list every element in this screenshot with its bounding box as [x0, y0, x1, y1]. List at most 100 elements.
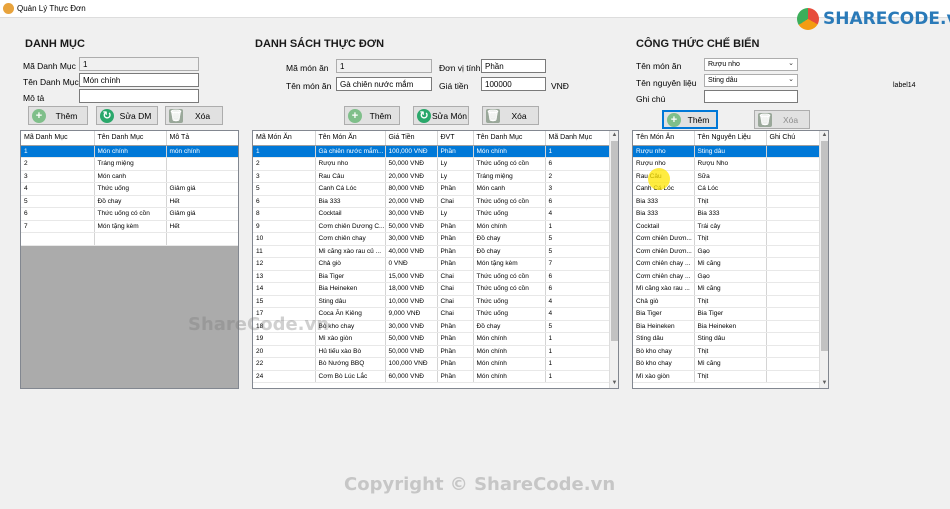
- table-cell[interactable]: 6: [545, 157, 612, 171]
- table-cell[interactable]: Chai: [437, 270, 474, 283]
- table-cell[interactable]: Ly: [437, 207, 474, 221]
- table-cell[interactable]: Bia Heineken: [315, 282, 386, 296]
- table-cell[interactable]: 9: [253, 220, 316, 233]
- table-row[interactable]: Cơm chiên chay ... Mì căng: [633, 257, 821, 271]
- table-cell[interactable]: Cơm chiên chay: [315, 232, 386, 246]
- table-cell[interactable]: Thịt: [694, 345, 767, 358]
- table-cell[interactable]: 5: [253, 182, 316, 196]
- table-cell[interactable]: Rượu Nho: [694, 157, 767, 171]
- table-cell[interactable]: Cá Lóc: [694, 182, 767, 196]
- table-row[interactable]: Cơm chiên Dươn... Thịt: [633, 232, 821, 246]
- table-row[interactable]: 6 Thức uống có cồn Giảm giá: [21, 207, 238, 221]
- table-cell[interactable]: 4: [545, 207, 612, 221]
- table-cell[interactable]: Bia 333: [315, 195, 386, 208]
- danh-muc-grid[interactable]: Mã Danh Mục Tên Danh Mục Mô Tả 1 Món chín…: [20, 130, 239, 389]
- table-row[interactable]: 3 Món canh: [21, 170, 238, 183]
- scroll-thumb[interactable]: [821, 141, 828, 351]
- table-cell[interactable]: 1: [545, 357, 612, 371]
- table-cell[interactable]: Thịt: [694, 232, 767, 246]
- table-cell[interactable]: món chính: [166, 145, 238, 158]
- table-cell[interactable]: [766, 295, 821, 308]
- table-cell[interactable]: Bia Heineken: [633, 320, 695, 333]
- table-row[interactable]: Cơm chiên chay ... Gạo: [633, 270, 821, 283]
- table-cell[interactable]: 30,000 VNĐ: [385, 320, 438, 333]
- table-cell[interactable]: Hết: [166, 195, 238, 208]
- table-cell[interactable]: Cơm chiên chay ...: [633, 257, 695, 271]
- table-cell[interactable]: Món chính: [94, 145, 167, 158]
- table-cell[interactable]: 15: [253, 295, 316, 308]
- table-cell[interactable]: [766, 270, 821, 283]
- table-cell[interactable]: [766, 232, 821, 246]
- table-cell[interactable]: Thức uống có cồn: [473, 195, 546, 208]
- table-cell[interactable]: Phần: [437, 345, 474, 358]
- table-row[interactable]: 12 Chả giò 0 VNĐ Phần Món tặng kèm 7: [253, 257, 612, 271]
- table-cell[interactable]: Gà chiên nước mắm...: [315, 145, 386, 158]
- table-cell[interactable]: Sting dâu: [315, 295, 386, 308]
- table-cell[interactable]: Mì căng xào rau củ ...: [315, 245, 386, 258]
- table-cell[interactable]: Cocktail: [315, 207, 386, 221]
- table-cell[interactable]: 13: [253, 270, 316, 283]
- table-cell[interactable]: Phần: [437, 245, 474, 258]
- table-row[interactable]: 20 Hủ tiếu xào Bò 50,000 VNĐ Phần Món chính 1: [253, 345, 612, 358]
- table-cell[interactable]: 3: [21, 170, 95, 183]
- table-cell[interactable]: Sting dâu: [694, 332, 767, 346]
- table-row[interactable]: 22 Bò Nướng BBQ 100,000 VNĐ Phần Món chính 1: [253, 357, 612, 371]
- table-row[interactable]: 5 Đồ chay Hết: [21, 195, 238, 208]
- table-cell[interactable]: 1: [545, 145, 612, 158]
- table-cell[interactable]: 1: [253, 145, 316, 158]
- thuc-don-scrollbar[interactable]: ▲ ▼: [609, 131, 618, 388]
- table-row[interactable]: Mì xào giòn Thịt: [633, 370, 821, 383]
- table-cell[interactable]: Thức uống: [94, 182, 167, 196]
- table-cell[interactable]: Chai: [437, 282, 474, 296]
- table-cell[interactable]: Đồ chay: [473, 245, 546, 258]
- column-header[interactable]: Giá Tiền: [385, 131, 438, 146]
- table-row[interactable]: Bia Tiger Bia Tiger: [633, 307, 821, 321]
- table-cell[interactable]: Mì xào giòn: [633, 370, 695, 383]
- table-cell[interactable]: 30,000 VNĐ: [385, 207, 438, 221]
- table-cell[interactable]: 5: [545, 320, 612, 333]
- thuc-don-delete-button[interactable]: 🗑 Xóa: [482, 106, 539, 125]
- table-row[interactable]: 2 Tráng miệng: [21, 157, 238, 171]
- table-cell[interactable]: 10: [253, 232, 316, 246]
- table-cell[interactable]: Ly: [437, 170, 474, 183]
- table-cell[interactable]: 12: [253, 257, 316, 271]
- table-cell[interactable]: Đồ chay: [94, 195, 167, 208]
- table-cell[interactable]: Thức uống có cồn: [473, 282, 546, 296]
- table-cell[interactable]: 6: [253, 195, 316, 208]
- table-cell[interactable]: 1: [545, 220, 612, 233]
- table-cell[interactable]: Phần: [437, 220, 474, 233]
- thuc-don-add-button[interactable]: + Thêm: [344, 106, 400, 125]
- table-cell[interactable]: Phần: [437, 320, 474, 333]
- column-header[interactable]: Mô Tả: [166, 131, 238, 146]
- table-cell[interactable]: Sting dâu: [694, 145, 767, 158]
- table-cell[interactable]: 50,000 VNĐ: [385, 332, 438, 346]
- cong-thuc-add-button[interactable]: + Thêm: [662, 110, 718, 129]
- table-cell[interactable]: [766, 370, 821, 383]
- table-cell[interactable]: Cơm chiên Dương C...: [315, 220, 386, 233]
- table-cell[interactable]: 2: [545, 170, 612, 183]
- table-cell[interactable]: Thức uống có cồn: [473, 157, 546, 171]
- table-cell[interactable]: 5: [545, 232, 612, 246]
- table-cell[interactable]: 7: [545, 257, 612, 271]
- table-cell[interactable]: 100,000 VNĐ: [385, 357, 438, 371]
- table-cell[interactable]: Phần: [437, 182, 474, 196]
- table-row[interactable]: Bò kho chay Mì căng: [633, 357, 821, 371]
- cong-thuc-scrollbar[interactable]: ▲ ▼: [819, 131, 828, 388]
- ten-mon-an-field[interactable]: Gà chiên nước mắm: [336, 77, 432, 91]
- table-cell[interactable]: Phần: [437, 332, 474, 346]
- table-row[interactable]: 4 Thức uống Giảm giá: [21, 182, 238, 196]
- table-cell[interactable]: Rượu nho: [315, 157, 386, 171]
- table-cell[interactable]: Thịt: [694, 295, 767, 308]
- table-cell[interactable]: Cơm Bò Lúc Lắc: [315, 370, 386, 383]
- table-cell[interactable]: 2: [21, 157, 95, 171]
- table-cell[interactable]: Thức uống có cồn: [473, 270, 546, 283]
- table-cell[interactable]: Cơm chiên chay ...: [633, 270, 695, 283]
- new-row[interactable]: [21, 232, 238, 246]
- column-header[interactable]: Tên Món Ăn: [633, 131, 695, 146]
- table-cell[interactable]: Mì căng: [694, 282, 767, 296]
- table-cell[interactable]: Bia Tiger: [694, 307, 767, 321]
- table-cell[interactable]: 1: [545, 370, 612, 383]
- table-cell[interactable]: Món chính: [473, 220, 546, 233]
- ma-danh-muc-field[interactable]: 1: [79, 57, 199, 71]
- table-cell[interactable]: 30,000 VNĐ: [385, 232, 438, 246]
